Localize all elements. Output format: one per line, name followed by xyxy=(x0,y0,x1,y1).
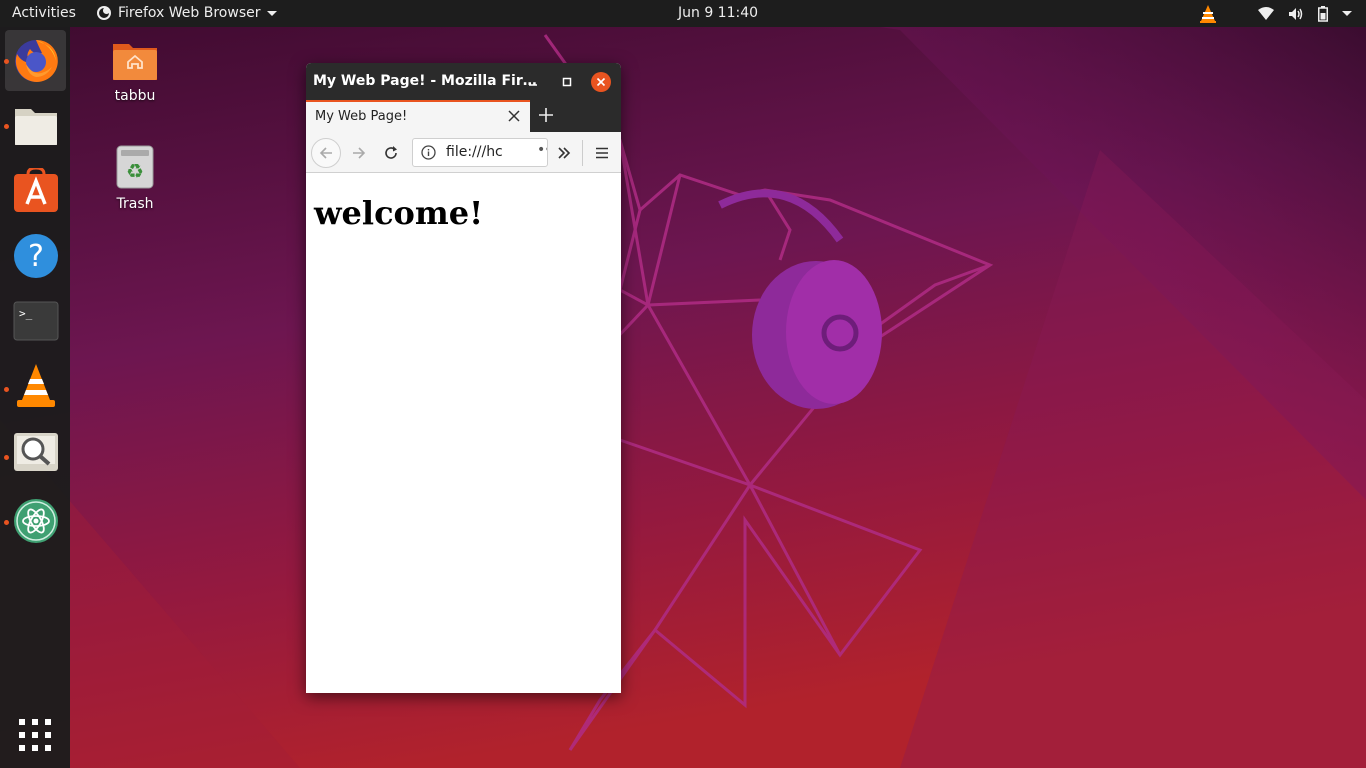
toolbar-separator xyxy=(582,140,583,166)
firefox-icon xyxy=(14,39,58,82)
vlc-icon xyxy=(16,363,55,407)
minimize-button[interactable] xyxy=(523,72,543,92)
ubuntu-software-icon xyxy=(13,167,58,212)
svg-text:?: ? xyxy=(28,239,44,274)
back-arrow-icon xyxy=(319,147,332,159)
close-icon xyxy=(596,77,606,87)
vlc-tray-icon[interactable] xyxy=(1198,4,1218,24)
dock-item-firefox[interactable] xyxy=(5,30,66,91)
hamburger-menu-icon xyxy=(596,147,608,159)
tab-close-icon[interactable] xyxy=(506,108,522,124)
system-menu-chevron-icon xyxy=(1342,11,1352,16)
page-heading: welcome! xyxy=(314,194,484,232)
clock[interactable]: Jun 9 11:40 xyxy=(678,5,758,21)
page-actions-button[interactable]: •• xyxy=(537,142,547,158)
running-indicator xyxy=(4,455,9,460)
show-applications-icon[interactable] xyxy=(18,718,52,752)
dock-item-image-viewer[interactable] xyxy=(5,421,66,482)
chevron-double-right-icon xyxy=(558,147,571,159)
page-content: welcome! xyxy=(306,174,621,693)
url-bar[interactable]: file:///hc •• xyxy=(412,138,548,167)
minimize-icon xyxy=(529,84,537,86)
running-indicator xyxy=(4,387,9,392)
app-menu-label: Firefox Web Browser xyxy=(118,5,261,21)
firefox-small-icon xyxy=(97,6,111,20)
wifi-icon xyxy=(1258,6,1274,20)
dock-item-terminal[interactable]: >_ xyxy=(5,290,66,351)
image-viewer-icon xyxy=(13,432,58,471)
new-tab-icon[interactable] xyxy=(538,107,554,123)
tab-my-web-page[interactable]: My Web Page! xyxy=(306,100,530,132)
dock: ? >_ xyxy=(0,27,70,768)
svg-text:>_: >_ xyxy=(19,307,33,320)
chevron-down-icon xyxy=(266,10,277,16)
help-icon: ? xyxy=(13,233,58,278)
reload-button[interactable] xyxy=(376,138,406,168)
maximize-button[interactable] xyxy=(557,72,577,92)
reload-icon xyxy=(385,146,397,159)
terminal-icon: >_ xyxy=(13,301,58,340)
files-icon xyxy=(14,108,57,145)
dock-item-vlc[interactable] xyxy=(5,355,66,416)
home-folder-icon xyxy=(113,44,157,80)
top-bar: Activities Firefox Web Browser Jun 9 11:… xyxy=(0,0,1366,27)
info-icon[interactable] xyxy=(421,145,436,160)
navigation-toolbar: file:///hc •• xyxy=(306,132,621,173)
desktop-icon-label: Trash xyxy=(116,196,154,212)
battery-icon xyxy=(1318,5,1328,22)
tab-label: My Web Page! xyxy=(315,109,408,124)
trash-icon: ♻ xyxy=(116,145,154,189)
activities-button[interactable]: Activities xyxy=(12,5,76,21)
desktop-icon-trash[interactable]: ♻ Trash xyxy=(95,144,175,212)
hamburger-menu-button[interactable] xyxy=(587,138,617,168)
dock-item-atom[interactable] xyxy=(5,490,66,551)
url-text: file:///hc xyxy=(446,144,503,160)
app-menu[interactable]: Firefox Web Browser xyxy=(96,5,277,21)
window-titlebar[interactable]: My Web Page! - Mozilla Fir… xyxy=(306,63,621,100)
overflow-menu-button[interactable] xyxy=(549,138,579,168)
dock-item-help[interactable]: ? xyxy=(5,225,66,286)
dock-item-files[interactable] xyxy=(5,95,66,156)
running-indicator xyxy=(4,59,9,64)
forward-button[interactable] xyxy=(344,138,374,168)
volume-icon xyxy=(1289,7,1303,20)
close-button[interactable] xyxy=(591,72,611,92)
firefox-window: My Web Page! - Mozilla Fir… My Web Page! xyxy=(306,63,621,693)
back-button[interactable] xyxy=(311,138,341,168)
desktop-wallpaper xyxy=(0,0,1366,768)
desktop-icon-label: tabbu xyxy=(114,88,156,104)
desktop-icon-home[interactable]: tabbu xyxy=(95,40,175,104)
tab-strip: My Web Page! xyxy=(306,100,621,132)
system-tray[interactable] xyxy=(1198,3,1352,24)
forward-arrow-icon xyxy=(353,147,366,159)
running-indicator xyxy=(4,520,9,525)
maximize-icon xyxy=(562,77,572,87)
running-indicator xyxy=(4,124,9,129)
atom-icon xyxy=(13,498,58,543)
svg-text:♻: ♻ xyxy=(126,159,144,183)
dock-item-ubuntu-software[interactable] xyxy=(5,160,66,221)
window-title: My Web Page! - Mozilla Fir… xyxy=(313,73,537,89)
